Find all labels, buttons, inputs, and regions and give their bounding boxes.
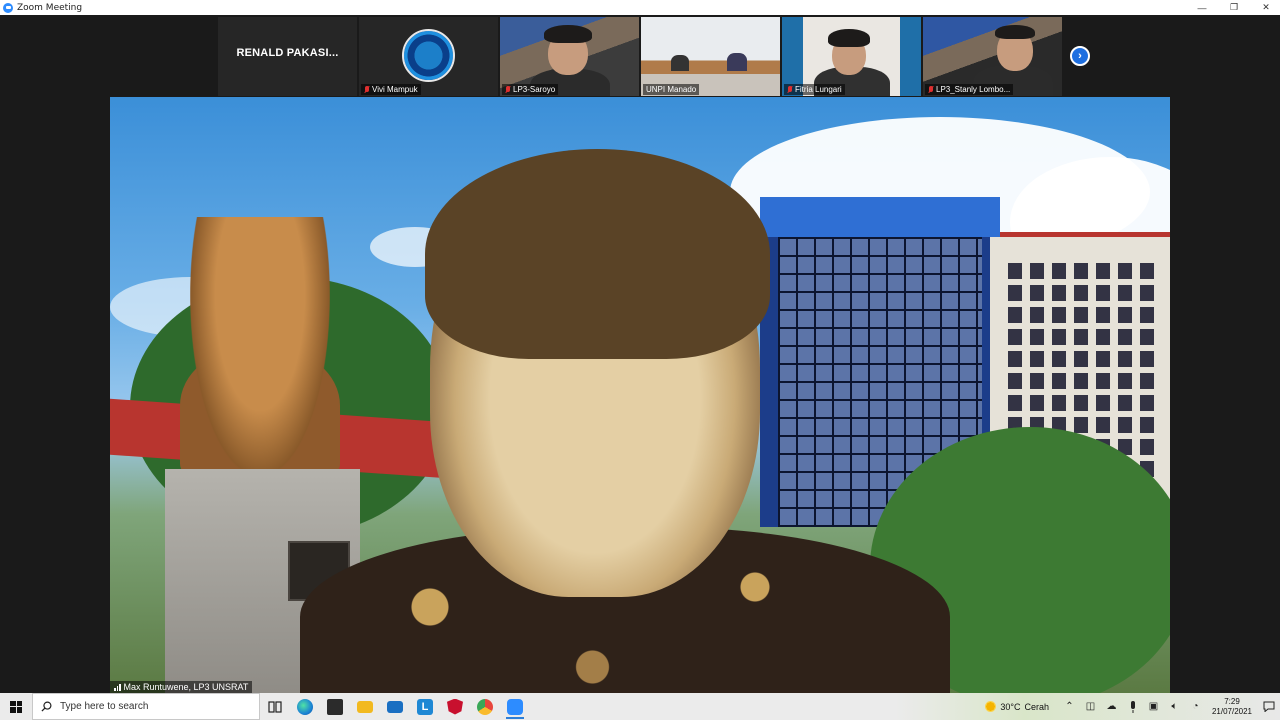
- participant-name: Fitria Lungari: [795, 85, 842, 94]
- maximize-button[interactable]: ❐: [1218, 0, 1250, 15]
- participant-hair: [544, 25, 592, 43]
- mail-button[interactable]: [380, 693, 410, 720]
- clock[interactable]: 7:29 21/07/2021: [1206, 697, 1258, 717]
- chrome-button[interactable]: [470, 693, 500, 720]
- camera-icon: ◫: [1085, 701, 1096, 712]
- edge-icon: [297, 698, 313, 715]
- notification-button[interactable]: [1258, 701, 1280, 712]
- sun-icon: [985, 701, 997, 712]
- onedrive-button[interactable]: ☁: [1101, 693, 1122, 720]
- search-placeholder: Type here to search: [60, 701, 149, 712]
- window-title: Zoom Meeting: [17, 2, 83, 13]
- zoom-icon: [507, 698, 523, 715]
- participant-name: UNPI Manado: [646, 85, 697, 94]
- display-icon: ▣: [1148, 701, 1159, 712]
- participant-caption: Vivi Mampuk: [361, 84, 421, 95]
- show-hidden-icons-button[interactable]: ⌃: [1059, 693, 1080, 720]
- start-button[interactable]: [0, 693, 32, 720]
- participant-tile-vivi[interactable]: Vivi Mampuk: [359, 17, 498, 96]
- statue-bust: [190, 217, 330, 477]
- participant-caption: Fitria Lungari: [784, 84, 845, 95]
- app-l-icon: L: [417, 698, 433, 715]
- windows-logo-icon: [10, 700, 22, 713]
- weather-widget[interactable]: 30°C Cerah: [985, 701, 1049, 712]
- folder-icon: [357, 700, 373, 713]
- system-tray: 30°C Cerah ⌃ ◫ ☁ ▣ 🔈︎ ◔ 7:29 21/07/2021: [985, 693, 1280, 720]
- mic-muted-icon: [787, 85, 793, 94]
- store-icon: [327, 698, 343, 715]
- clock-time: 7:29: [1224, 696, 1240, 706]
- notification-icon: [1263, 701, 1275, 712]
- mail-icon: [387, 700, 403, 713]
- participant-tile-unpi[interactable]: UNPI Manado: [641, 17, 780, 96]
- participant-tile-renald[interactable]: RENALD PAKASI...: [218, 17, 357, 96]
- task-view-icon: [268, 700, 282, 713]
- minimize-button[interactable]: —: [1186, 0, 1218, 15]
- store-button[interactable]: [320, 693, 350, 720]
- zoom-app-icon: [3, 2, 13, 13]
- participant-caption: LP3-Saroyo: [502, 84, 559, 95]
- participant-caption: LP3_Stanly Lombo...: [925, 84, 1014, 95]
- participant-tile-saroyo[interactable]: LP3-Saroyo: [500, 17, 639, 96]
- participant-tile-stanly[interactable]: LP3_Stanly Lombo...: [923, 17, 1062, 96]
- taskbar-search[interactable]: Type here to search: [32, 693, 260, 720]
- active-speaker-video[interactable]: Max Runtuwene, LP3 UNSRAT: [110, 97, 1170, 693]
- clock-date: 21/07/2021: [1211, 706, 1253, 716]
- speaker-caption: Max Runtuwene, LP3 UNSRAT: [110, 681, 253, 693]
- chrome-icon: [477, 698, 493, 715]
- participant-hair: [995, 25, 1035, 39]
- weather-condition: Cerah: [1024, 701, 1049, 712]
- edge-button[interactable]: [290, 693, 320, 720]
- chevron-up-icon: ⌃: [1065, 701, 1074, 712]
- participant-strip: RENALD PAKASI... Vivi Mampuk LP3-Saroyo …: [218, 17, 1062, 96]
- tray-app-2-button[interactable]: ▣: [1143, 693, 1164, 720]
- next-page-button[interactable]: ›: [1070, 46, 1090, 66]
- speaker-icon: 🔈︎: [1171, 701, 1178, 712]
- university-logo: [402, 29, 455, 82]
- zoom-taskbar-button[interactable]: [500, 693, 530, 720]
- participant-caption: UNPI Manado: [643, 84, 700, 95]
- search-icon: [41, 701, 52, 712]
- participant-tile-fitria[interactable]: Fitria Lungari: [782, 17, 921, 96]
- close-button[interactable]: ✕: [1250, 0, 1280, 15]
- participant-video-2: [727, 53, 747, 71]
- mic-muted-icon: [928, 85, 934, 94]
- weather-temp: 30°C: [1000, 701, 1021, 712]
- mcafee-shield-icon: [447, 698, 463, 715]
- windows-taskbar: Type here to search L 30°C Cerah ⌃ ◫ ☁ ▣…: [0, 693, 1280, 720]
- speaker-hair: [425, 149, 770, 359]
- app-l-button[interactable]: L: [410, 693, 440, 720]
- participant-name: RENALD PAKASI...: [236, 47, 339, 59]
- mic-muted-icon: [505, 85, 511, 94]
- participant-name: LP3_Stanly Lombo...: [936, 85, 1011, 94]
- microphone-icon: [1130, 700, 1135, 713]
- meeting-stage: RENALD PAKASI... Vivi Mampuk LP3-Saroyo …: [0, 15, 1280, 693]
- participant-video: [671, 55, 689, 71]
- file-explorer-button[interactable]: [350, 693, 380, 720]
- participant-name: Vivi Mampuk: [372, 85, 418, 94]
- microphone-button[interactable]: [1122, 693, 1143, 720]
- chevron-right-icon: ›: [1078, 50, 1082, 62]
- participant-name: LP3-Saroyo: [513, 85, 556, 94]
- task-view-button[interactable]: [260, 693, 290, 720]
- speaker-name: Max Runtuwene, LP3 UNSRAT: [123, 682, 249, 692]
- network-button[interactable]: ◔: [1185, 693, 1206, 720]
- wifi-icon: ◔: [1192, 701, 1199, 712]
- title-bar: Zoom Meeting — ❐ ✕: [0, 0, 1280, 15]
- cloud-icon: ☁: [1106, 701, 1117, 712]
- tray-app-button[interactable]: ◫: [1080, 693, 1101, 720]
- participant-hair: [828, 29, 870, 47]
- mcafee-button[interactable]: [440, 693, 470, 720]
- mic-muted-icon: [364, 85, 370, 94]
- building-roofline: [760, 197, 1000, 237]
- signal-strength-icon: [114, 683, 121, 691]
- volume-button[interactable]: 🔈︎: [1164, 693, 1185, 720]
